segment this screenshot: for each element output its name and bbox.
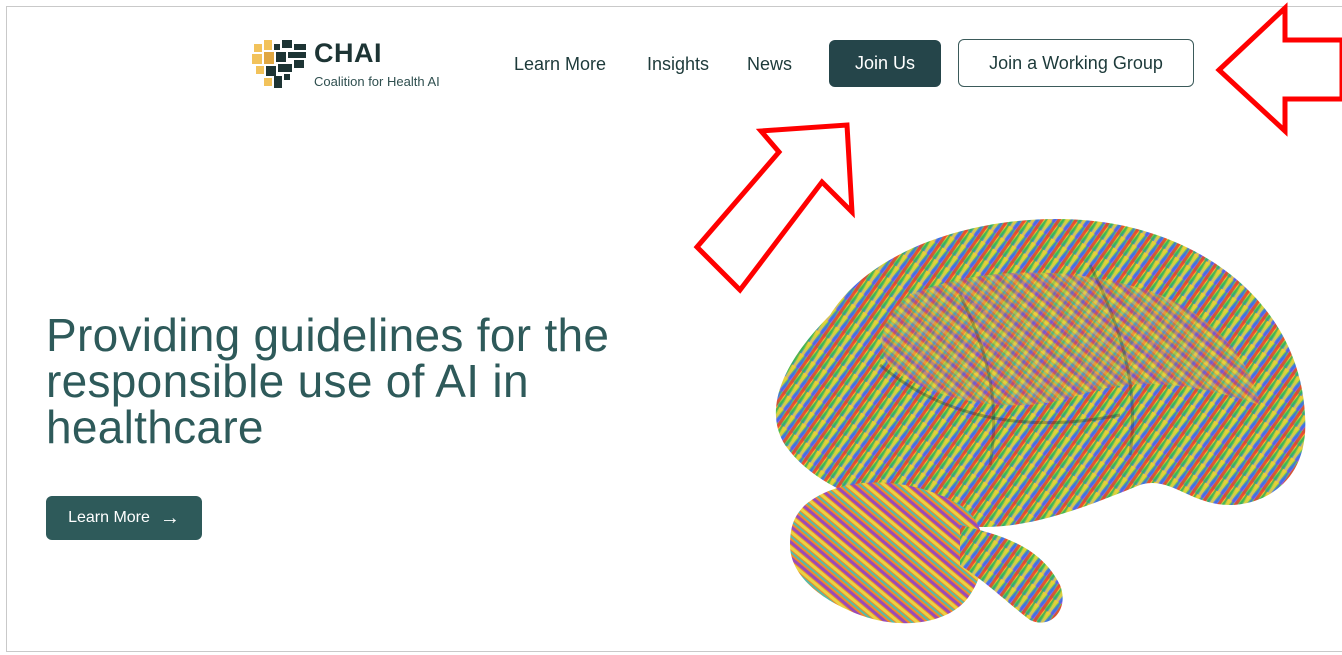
hero-title: Providing guidelines for the responsible… xyxy=(46,312,686,450)
chai-logo[interactable]: CHAI Coalition for Health AI xyxy=(250,38,480,90)
logo-mark-icon xyxy=(250,38,310,90)
join-us-button[interactable]: Join Us xyxy=(829,40,941,87)
hero-title-line-3: healthcare xyxy=(46,401,264,453)
brand-tagline: Coalition for Health AI xyxy=(314,74,440,89)
nav-news[interactable]: News xyxy=(747,54,792,75)
hero-title-line-1: Providing guidelines for the xyxy=(46,309,610,361)
hero-title-line-2: responsible use of AI in xyxy=(46,355,529,407)
nav-learn-more[interactable]: Learn More xyxy=(514,54,606,75)
hero-learn-more-label: Learn More xyxy=(68,509,150,526)
nav-insights[interactable]: Insights xyxy=(647,54,709,75)
arrow-right-icon: → xyxy=(159,507,180,529)
brain-fiber-image xyxy=(775,219,1306,624)
brand-name: CHAI xyxy=(314,38,382,68)
join-working-group-button[interactable]: Join a Working Group xyxy=(958,39,1194,87)
hero-learn-more-button[interactable]: Learn More → xyxy=(46,496,202,540)
